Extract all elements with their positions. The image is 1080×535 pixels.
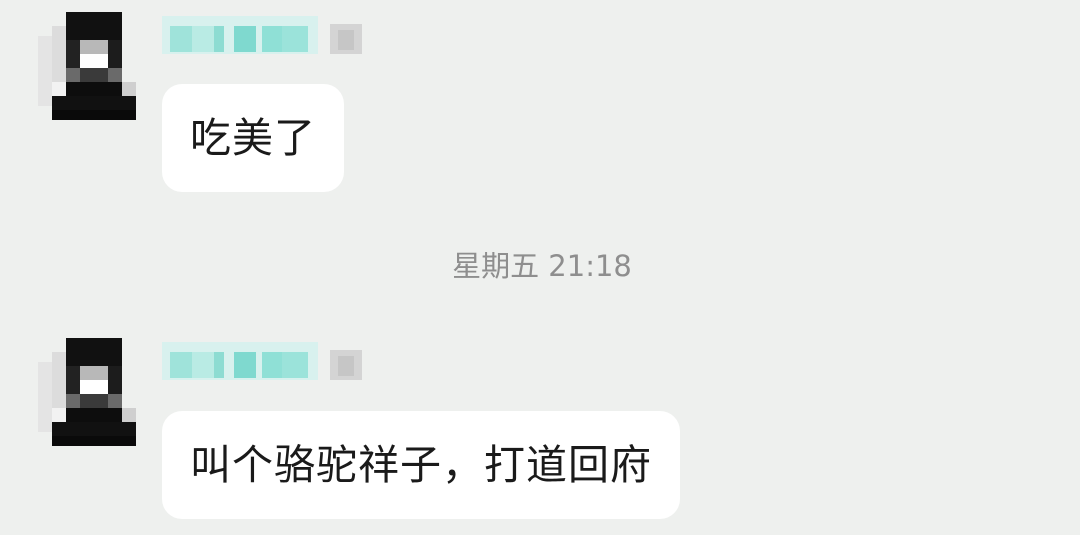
sender-name [162,16,362,56]
message-text: 叫个骆驼祥子，打道回府 [190,441,652,489]
sender-name [162,342,362,382]
pixelated-name-icon [162,16,362,54]
pixelated-name-icon [162,342,362,380]
pixelated-avatar-icon [30,338,142,450]
avatar[interactable] [30,338,142,450]
pixelated-avatar-icon [30,12,142,124]
avatar[interactable] [30,12,142,124]
timestamp: 星期五 21:18 [452,249,632,283]
message-bubble[interactable]: 吃美了 [162,84,344,192]
message-text: 吃美了 [190,114,316,162]
message-bubble[interactable]: 叫个骆驼祥子，打道回府 [162,411,680,519]
